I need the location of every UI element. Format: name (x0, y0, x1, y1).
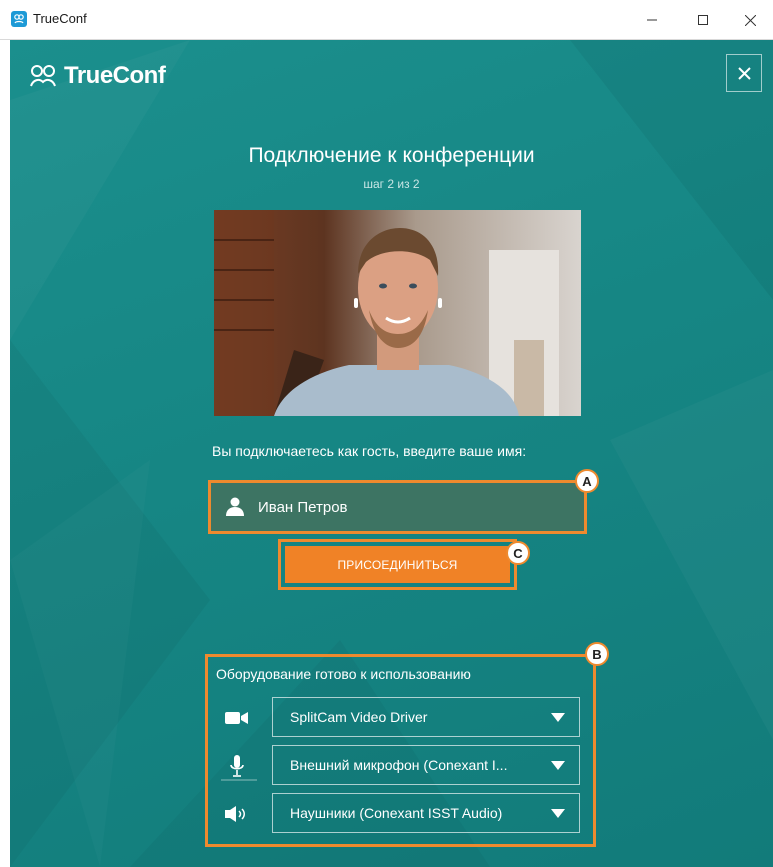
maximize-icon (698, 15, 708, 25)
join-button-highlight: ПРИСОЕДИНИТЬСЯ (278, 539, 517, 590)
app-content: TrueConf Подключение к конференции шаг 2… (10, 40, 773, 867)
step-indicator: шаг 2 из 2 (363, 177, 420, 191)
app-icon (11, 11, 27, 27)
chevron-down-icon (551, 761, 565, 770)
name-input-value: Иван Петров (258, 499, 348, 516)
minimize-icon (647, 19, 657, 21)
annotation-badge-b: B (585, 642, 609, 666)
camera-row: SplitCam Video Driver (208, 697, 593, 739)
page-title: Подключение к конференции (248, 144, 535, 167)
user-icon (226, 497, 244, 516)
maximize-button[interactable] (680, 0, 726, 40)
guest-name-label: Вы подключаетесь как гость, введите ваше… (212, 443, 527, 459)
name-input[interactable]: Иван Петров (208, 480, 587, 534)
chevron-down-icon (551, 809, 565, 818)
speaker-select[interactable]: Наушники (Conexant ISST Audio) (272, 793, 580, 833)
close-icon (737, 66, 751, 80)
window-close-button[interactable] (727, 0, 773, 40)
camera-icon (223, 706, 251, 730)
equipment-panel: Оборудование готово к использованию Spli… (205, 654, 596, 847)
microphone-icon (223, 754, 251, 778)
annotation-badge-a: A (575, 469, 599, 493)
trueconf-logo: TrueConf (28, 62, 166, 90)
microphone-select-value: Внешний микрофон (Conexant I... (290, 757, 508, 773)
microphone-select[interactable]: Внешний микрофон (Conexant I... (272, 745, 580, 785)
window-title: TrueConf (33, 11, 87, 26)
close-icon (744, 14, 756, 26)
window-titlebar: TrueConf (0, 0, 773, 40)
speaker-icon (223, 802, 251, 826)
speaker-select-value: Наушники (Conexant ISST Audio) (290, 805, 503, 821)
close-button[interactable] (726, 54, 762, 92)
logo-text: TrueConf (64, 62, 166, 89)
chevron-down-icon (551, 713, 565, 722)
annotation-badge-c: C (506, 541, 530, 565)
video-preview-image (214, 210, 581, 416)
minimize-button[interactable] (629, 0, 675, 40)
logo-icon (30, 65, 56, 87)
microphone-row: Внешний микрофон (Conexant I... (208, 745, 593, 787)
camera-preview (214, 210, 581, 416)
equipment-title: Оборудование готово к использованию (216, 666, 471, 682)
speaker-row: Наушники (Conexant ISST Audio) (208, 793, 593, 835)
camera-select[interactable]: SplitCam Video Driver (272, 697, 580, 737)
join-button[interactable]: ПРИСОЕДИНИТЬСЯ (285, 546, 510, 583)
microphone-level-bar (221, 779, 257, 781)
camera-select-value: SplitCam Video Driver (290, 709, 428, 725)
